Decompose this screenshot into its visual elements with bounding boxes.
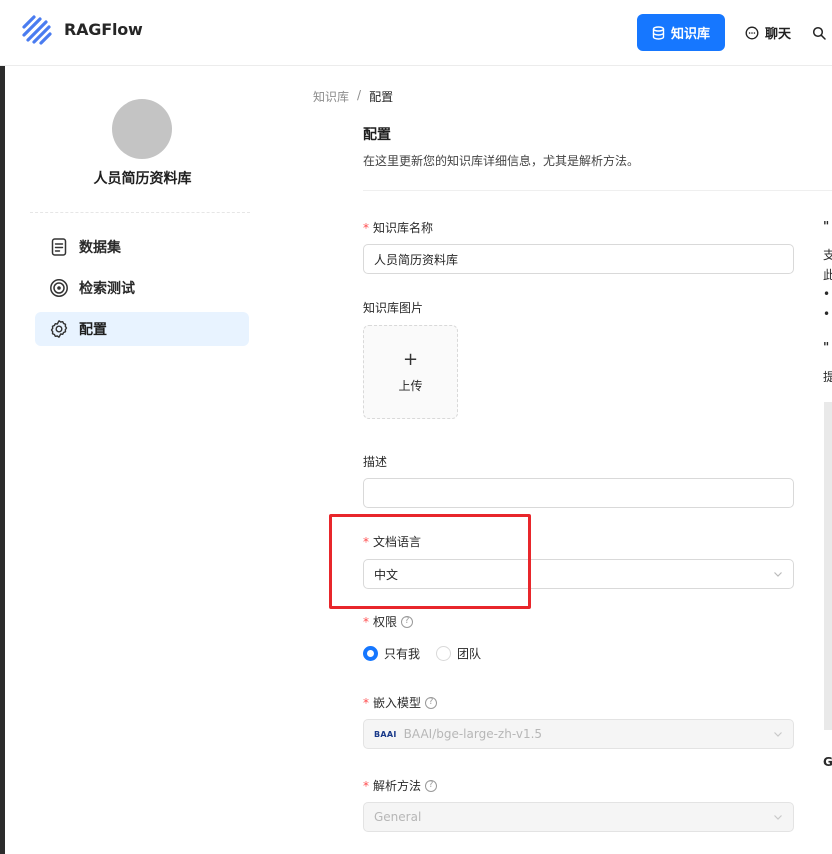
window-edge [0, 66, 5, 854]
target-icon [50, 279, 68, 297]
right-panel-bullet: • [823, 307, 831, 321]
gear-icon [50, 320, 68, 338]
required-mark: * [363, 614, 369, 629]
right-panel-text: " [823, 219, 830, 233]
parser-value: General [374, 810, 422, 824]
chat-bubble-icon [745, 26, 759, 39]
kb-name-label: * 知识库名称 [363, 219, 433, 236]
help-icon[interactable]: ? [425, 696, 438, 709]
parser-method-select[interactable]: General [363, 802, 794, 832]
right-panel-text: 提 [823, 370, 832, 384]
permission-label: * 权限 ? [363, 613, 414, 630]
right-panel-text: 支 [823, 248, 832, 262]
right-panel-text: G [823, 755, 832, 769]
nav-knowledge-base-label: 知识库 [670, 27, 710, 42]
embedding-value: BAAI/bge-large-zh-v1.5 [403, 727, 543, 741]
nav-chat-button[interactable]: 聊天 [738, 14, 798, 51]
database-icon [652, 25, 665, 40]
ragflow-logo-icon[interactable] [20, 13, 54, 47]
kb-name-value: 人员简历资料库 [374, 252, 459, 267]
sidebar-item-label: 检索测试 [79, 281, 135, 297]
kb-image-label-text: 知识库图片 [363, 301, 424, 315]
nav-knowledge-base-button[interactable]: 知识库 [637, 14, 725, 51]
breadcrumb-separator: / [357, 88, 362, 102]
permission-option-team[interactable]: 团队 [436, 645, 481, 662]
description-label-text: 描述 [363, 455, 388, 469]
breadcrumb-current: 配置 [369, 90, 394, 104]
page-title: 配置 [363, 127, 391, 143]
required-mark: * [363, 695, 369, 710]
sidebar-item-label: 配置 [79, 322, 107, 338]
sidebar-item-settings[interactable]: 配置 [35, 312, 249, 346]
right-panel-text: 此 [823, 268, 832, 282]
description-label: 描述 [363, 453, 387, 470]
document-icon [51, 238, 67, 256]
embedding-model-select[interactable]: BAAI BAAI/bge-large-zh-v1.5 [363, 719, 794, 749]
chevron-down-icon [774, 815, 782, 820]
kb-image-label: 知识库图片 [363, 299, 423, 316]
chevron-down-icon [774, 572, 782, 577]
nav-search-button[interactable] [812, 14, 832, 51]
right-panel-image [824, 402, 832, 730]
plus-icon: + [402, 348, 419, 370]
permission-option-me[interactable]: 只有我 [363, 645, 420, 662]
baai-logo-icon: BAAI [374, 729, 397, 739]
sidebar-divider [30, 212, 250, 213]
permission-radio-group: 只有我 团队 [363, 645, 481, 662]
embedding-label-text: 嵌入模型 [373, 696, 422, 710]
right-panel-text: " [823, 340, 830, 354]
permission-option-label: 只有我 [384, 647, 421, 661]
radio-unchecked[interactable] [436, 646, 452, 661]
kb-name: 人员简历资料库 [93, 171, 192, 187]
parser-label-text: 解析方法 [373, 779, 422, 793]
image-upload-button[interactable]: + 上传 [363, 325, 458, 419]
sidebar-item-label: 数据集 [79, 240, 121, 256]
kb-name-input[interactable]: 人员简历资料库 [363, 244, 794, 274]
permission-option-label: 团队 [457, 647, 482, 661]
app-header: RAGFlow 知识库 聊天 [0, 0, 832, 66]
kb-avatar [112, 99, 172, 159]
parser-label: * 解析方法 ? [363, 777, 438, 794]
radio-checked[interactable] [363, 646, 378, 661]
required-mark: * [363, 778, 369, 793]
embedding-label: * 嵌入模型 ? [363, 694, 438, 711]
page-subtitle: 在这里更新您的知识库详细信息，尤其是解析方法。 [363, 154, 640, 168]
highlight-box [329, 514, 531, 609]
upload-label: 上传 [398, 378, 423, 393]
help-icon[interactable]: ? [425, 779, 438, 792]
description-input[interactable] [363, 478, 794, 508]
nav-chat-label: 聊天 [764, 27, 791, 42]
kb-name-label-text: 知识库名称 [373, 221, 434, 235]
search-icon [812, 26, 826, 40]
sidebar-item-dataset[interactable]: 数据集 [35, 230, 249, 264]
breadcrumb-parent[interactable]: 知识库 [313, 88, 349, 105]
required-mark: * [363, 220, 369, 235]
sidebar-item-retrieval-test[interactable]: 检索测试 [35, 271, 249, 305]
brand-name: RAGFlow [64, 20, 143, 39]
chevron-down-icon [774, 732, 782, 737]
breadcrumb: 知识库 / 配置 [313, 88, 393, 105]
permission-label-text: 权限 [373, 615, 398, 629]
title-divider [363, 190, 832, 191]
right-panel-bullet: • [823, 287, 831, 301]
help-icon[interactable]: ? [401, 615, 414, 628]
